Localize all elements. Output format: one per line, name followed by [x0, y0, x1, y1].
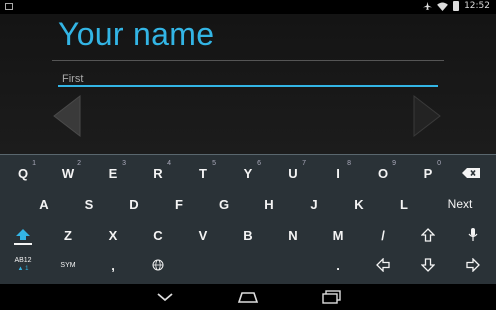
mode-switch-key[interactable]: AB12 ▲ 1: [8, 252, 38, 278]
arrow-down-key[interactable]: [413, 252, 443, 278]
arrow-right-key[interactable]: [458, 252, 488, 278]
first-name-input[interactable]: [58, 71, 438, 87]
first-name-field[interactable]: [58, 67, 438, 87]
arrow-left-key[interactable]: [368, 252, 398, 278]
battery-icon: [453, 1, 460, 11]
key-g[interactable]: G: [209, 191, 239, 217]
arrow-down-icon: [421, 258, 435, 272]
key-d[interactable]: D: [119, 191, 149, 217]
key-j[interactable]: J: [299, 191, 329, 217]
next-arrow-icon[interactable]: [412, 94, 442, 138]
key-y[interactable]: Y6: [233, 160, 263, 186]
key-i[interactable]: I8: [323, 160, 353, 186]
status-bar: 12:52: [0, 0, 496, 14]
arrow-right-icon: [466, 258, 480, 272]
shift-arrow-icon: [16, 229, 30, 240]
comma-key[interactable]: ,: [98, 252, 128, 278]
microphone-icon: [468, 228, 478, 241]
key-r[interactable]: R4: [143, 160, 173, 186]
notification-icon: [5, 3, 13, 10]
key-e[interactable]: E3: [98, 160, 128, 186]
key-m[interactable]: M: [323, 222, 353, 248]
setup-screen: Your name: [0, 14, 496, 154]
period-key[interactable]: .: [323, 252, 353, 278]
hide-keyboard-icon[interactable]: [153, 290, 177, 304]
next-key[interactable]: Next: [438, 191, 482, 217]
key-l[interactable]: L: [389, 191, 419, 217]
globe-icon: [152, 259, 164, 271]
key-w[interactable]: W2: [53, 160, 83, 186]
title-divider: [52, 60, 444, 61]
key-slash[interactable]: /: [368, 222, 398, 248]
key-u[interactable]: U7: [278, 160, 308, 186]
space-key[interactable]: [188, 252, 318, 278]
recent-apps-icon[interactable]: [320, 290, 344, 304]
arrow-left-icon: [376, 258, 390, 272]
key-v[interactable]: V: [188, 222, 218, 248]
key-h[interactable]: H: [254, 191, 284, 217]
key-b[interactable]: B: [233, 222, 263, 248]
voice-input-key[interactable]: [458, 222, 488, 248]
key-c[interactable]: C: [143, 222, 173, 248]
key-n[interactable]: N: [278, 222, 308, 248]
key-f[interactable]: F: [164, 191, 194, 217]
airplane-icon: [423, 1, 433, 10]
navigation-bar: [0, 284, 496, 310]
key-p[interactable]: P0: [413, 160, 443, 186]
key-t[interactable]: T5: [188, 160, 218, 186]
key-a[interactable]: A: [29, 191, 59, 217]
home-icon[interactable]: [236, 290, 260, 304]
key-o[interactable]: O9: [368, 160, 398, 186]
arrow-up-icon: [421, 228, 435, 242]
previous-arrow-icon[interactable]: [52, 94, 82, 138]
backspace-key[interactable]: [456, 160, 486, 186]
page-title: Your name: [58, 16, 215, 52]
mode-switch-label: AB12 ▲ 1: [14, 257, 32, 272]
key-k[interactable]: K: [344, 191, 374, 217]
status-icons: 12:52: [423, 1, 490, 11]
wifi-icon: [437, 1, 448, 11]
symbols-key[interactable]: SYM: [53, 252, 83, 278]
backspace-icon: [462, 168, 480, 178]
language-key[interactable]: [143, 252, 173, 278]
arrow-up-key[interactable]: [413, 222, 443, 248]
shift-indicator: [14, 243, 32, 245]
key-s[interactable]: S: [74, 191, 104, 217]
key-x[interactable]: X: [98, 222, 128, 248]
shift-key[interactable]: [8, 222, 38, 248]
key-q[interactable]: Q1: [8, 160, 38, 186]
key-z[interactable]: Z: [53, 222, 83, 248]
clock: 12:52: [464, 1, 490, 11]
soft-keyboard: Q1 W2 E3 R4 T5 Y6 U7 I8 O9 P0 A S D F G …: [0, 154, 496, 285]
